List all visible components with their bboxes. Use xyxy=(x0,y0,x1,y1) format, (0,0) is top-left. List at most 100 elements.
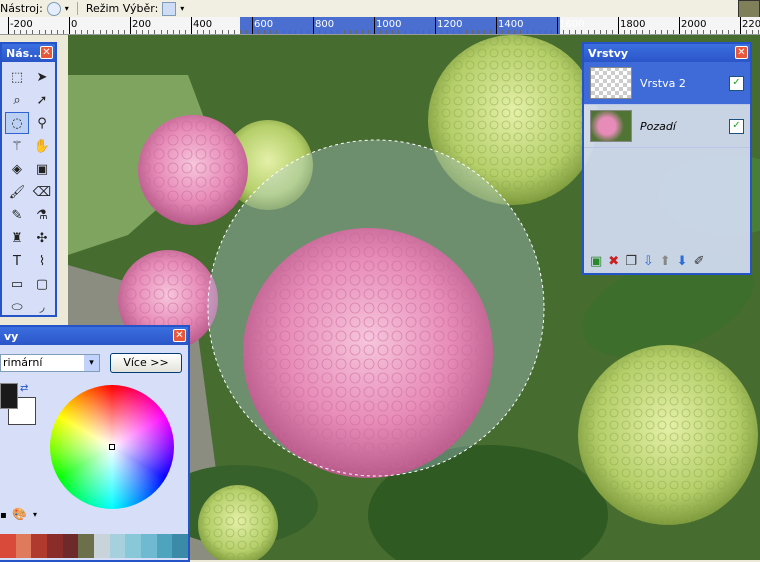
ellipse-select-icon[interactable]: ◌ xyxy=(5,112,29,134)
layer-name: Vrstva 2 xyxy=(640,76,686,90)
ruler-minor-tick xyxy=(483,30,485,34)
layers-panel-title[interactable]: Vrstvy ✕ xyxy=(584,44,750,62)
selection-mode-dropdown-arrow[interactable]: ▾ xyxy=(180,4,184,13)
move-selected-icon[interactable]: ➚ xyxy=(30,89,54,111)
ruler-minor-tick xyxy=(532,30,534,34)
swap-colors-icon[interactable]: ⇄ xyxy=(20,383,28,394)
toolbar-separator xyxy=(76,2,78,15)
recolor-icon[interactable]: ✣ xyxy=(30,227,54,249)
gradient-icon[interactable]: ▣ xyxy=(30,158,54,180)
ruler-minor-tick xyxy=(203,30,205,34)
ruler-minor-tick xyxy=(489,30,491,34)
colors-panel-close-button[interactable]: ✕ xyxy=(173,329,186,342)
ruler-minor-tick xyxy=(264,30,266,34)
colors-panel: vy ✕ rimární ▾ Více >> ⇄ ▪ 🎨 ▾ xyxy=(0,325,190,562)
ruler-minor-tick xyxy=(221,30,223,34)
ruler-minor-tick xyxy=(398,30,400,34)
tools-panel-close-button[interactable]: ✕ xyxy=(40,46,53,59)
ruler-tick-label: 1000 xyxy=(376,19,402,30)
ruler-minor-tick xyxy=(331,30,333,34)
ruler-tick-label: 1600 xyxy=(559,19,585,30)
ruler-minor-tick xyxy=(294,30,296,34)
line-curve-icon[interactable]: ⌇ xyxy=(30,250,54,272)
reset-colors-icon[interactable]: ▪ xyxy=(0,510,7,521)
ruler-minor-tick xyxy=(471,30,473,34)
freeform-shape-icon[interactable]: ◞ xyxy=(30,296,54,318)
tools-panel-title-text: Nás... xyxy=(6,46,42,60)
text-icon[interactable]: T xyxy=(5,250,29,272)
ellipse-shape-icon[interactable]: ⬭ xyxy=(5,296,29,318)
ruler-minor-tick xyxy=(355,30,357,34)
ruler-minor-tick xyxy=(758,30,760,34)
ruler-tick-label: 1400 xyxy=(498,19,524,30)
merge-layer-down-icon[interactable]: ⇩ xyxy=(643,254,654,269)
selection-mode-icon[interactable] xyxy=(162,1,177,16)
clone-stamp-icon[interactable]: ♜ xyxy=(5,227,29,249)
ruler-minor-tick xyxy=(611,30,613,34)
ruler-minor-tick xyxy=(685,30,687,34)
rounded-rectangle-icon[interactable]: ▢ xyxy=(30,273,54,295)
paint-bucket-icon[interactable]: ◈ xyxy=(5,158,29,180)
move-layer-down-icon[interactable]: ⬇ xyxy=(677,254,688,269)
paintbrush-icon[interactable]: 🖌 xyxy=(5,181,29,203)
ruler-minor-tick xyxy=(392,30,394,34)
ruler-minor-tick xyxy=(154,30,156,34)
zoom-icon[interactable]: ⚲ xyxy=(30,112,54,134)
primary-color-swatch[interactable] xyxy=(0,383,18,409)
lasso-select-icon[interactable]: ⌕ xyxy=(5,89,29,111)
ruler-minor-tick xyxy=(166,30,168,34)
delete-layer-icon[interactable]: ✖ xyxy=(608,254,619,269)
layers-panel-close-button[interactable]: ✕ xyxy=(735,46,748,59)
pencil-icon[interactable]: ✎ xyxy=(5,204,29,226)
ruler-minor-tick xyxy=(587,30,589,34)
tool-label: Nástroj: xyxy=(0,2,43,15)
ruler-minor-tick xyxy=(50,30,52,34)
layer-item[interactable]: Vrstva 2 ✓ xyxy=(584,62,750,105)
ruler-minor-tick xyxy=(32,30,34,34)
tool-dropdown-arrow[interactable]: ▾ xyxy=(65,4,69,13)
layer-properties-icon[interactable]: ✐ xyxy=(694,254,705,269)
palette-icon[interactable]: 🎨 xyxy=(12,507,27,521)
ruler-minor-tick xyxy=(727,30,729,34)
rectangle-shape-icon[interactable]: ▭ xyxy=(5,273,29,295)
rectangle-select-icon[interactable]: ⬚ xyxy=(5,66,29,88)
ruler-minor-tick xyxy=(709,30,711,34)
tool-selector-icon[interactable] xyxy=(46,1,61,16)
ruler-minor-tick xyxy=(544,30,546,34)
move-selection-icon[interactable]: ➤ xyxy=(30,66,54,88)
ruler-minor-tick xyxy=(38,30,40,34)
layer-thumbnail-photo xyxy=(590,110,632,142)
ruler-minor-tick xyxy=(62,30,64,34)
pan-hand-icon[interactable]: ✋ xyxy=(30,135,54,157)
ruler-minor-tick xyxy=(575,30,577,34)
eraser-icon[interactable]: ⌫ xyxy=(30,181,54,203)
ruler-minor-tick xyxy=(172,30,174,34)
ruler-minor-tick xyxy=(87,30,89,34)
ruler-minor-tick xyxy=(538,30,540,34)
magic-wand-icon[interactable]: ⚚ xyxy=(5,135,29,157)
chevron-down-icon[interactable]: ▾ xyxy=(84,355,99,371)
tools-panel-title[interactable]: Nás... ✕ xyxy=(2,44,55,62)
layer-visibility-checkbox[interactable]: ✓ xyxy=(729,75,744,91)
colors-panel-title[interactable]: vy ✕ xyxy=(0,327,188,345)
ruler-tick-label: 600 xyxy=(254,19,274,30)
color-wheel[interactable] xyxy=(50,385,174,509)
layer-item[interactable]: Pozadí ✓ xyxy=(584,105,750,148)
duplicate-layer-icon[interactable]: ❐ xyxy=(625,254,637,269)
palette-dropdown-arrow[interactable]: ▾ xyxy=(33,510,37,519)
color-mode-select[interactable]: rimární ▾ xyxy=(0,354,100,372)
ruler-minor-tick xyxy=(721,30,723,34)
color-picker-icon[interactable]: ⚗ xyxy=(30,204,54,226)
move-layer-up-icon[interactable]: ⬆ xyxy=(660,254,671,269)
more-colors-button[interactable]: Více >> xyxy=(110,353,182,373)
palette-swatches[interactable] xyxy=(0,534,189,558)
ruler-minor-tick xyxy=(209,30,211,34)
layer-visibility-checkbox[interactable]: ✓ xyxy=(729,118,744,134)
ruler-minor-tick xyxy=(569,30,571,34)
add-layer-icon[interactable]: ▣ xyxy=(590,254,602,269)
ruler-tick-label: 1200 xyxy=(437,19,463,30)
ruler-minor-tick xyxy=(361,30,363,34)
ruler-minor-tick xyxy=(660,30,662,34)
ruler-minor-tick xyxy=(691,30,693,34)
ruler-minor-tick xyxy=(459,30,461,34)
